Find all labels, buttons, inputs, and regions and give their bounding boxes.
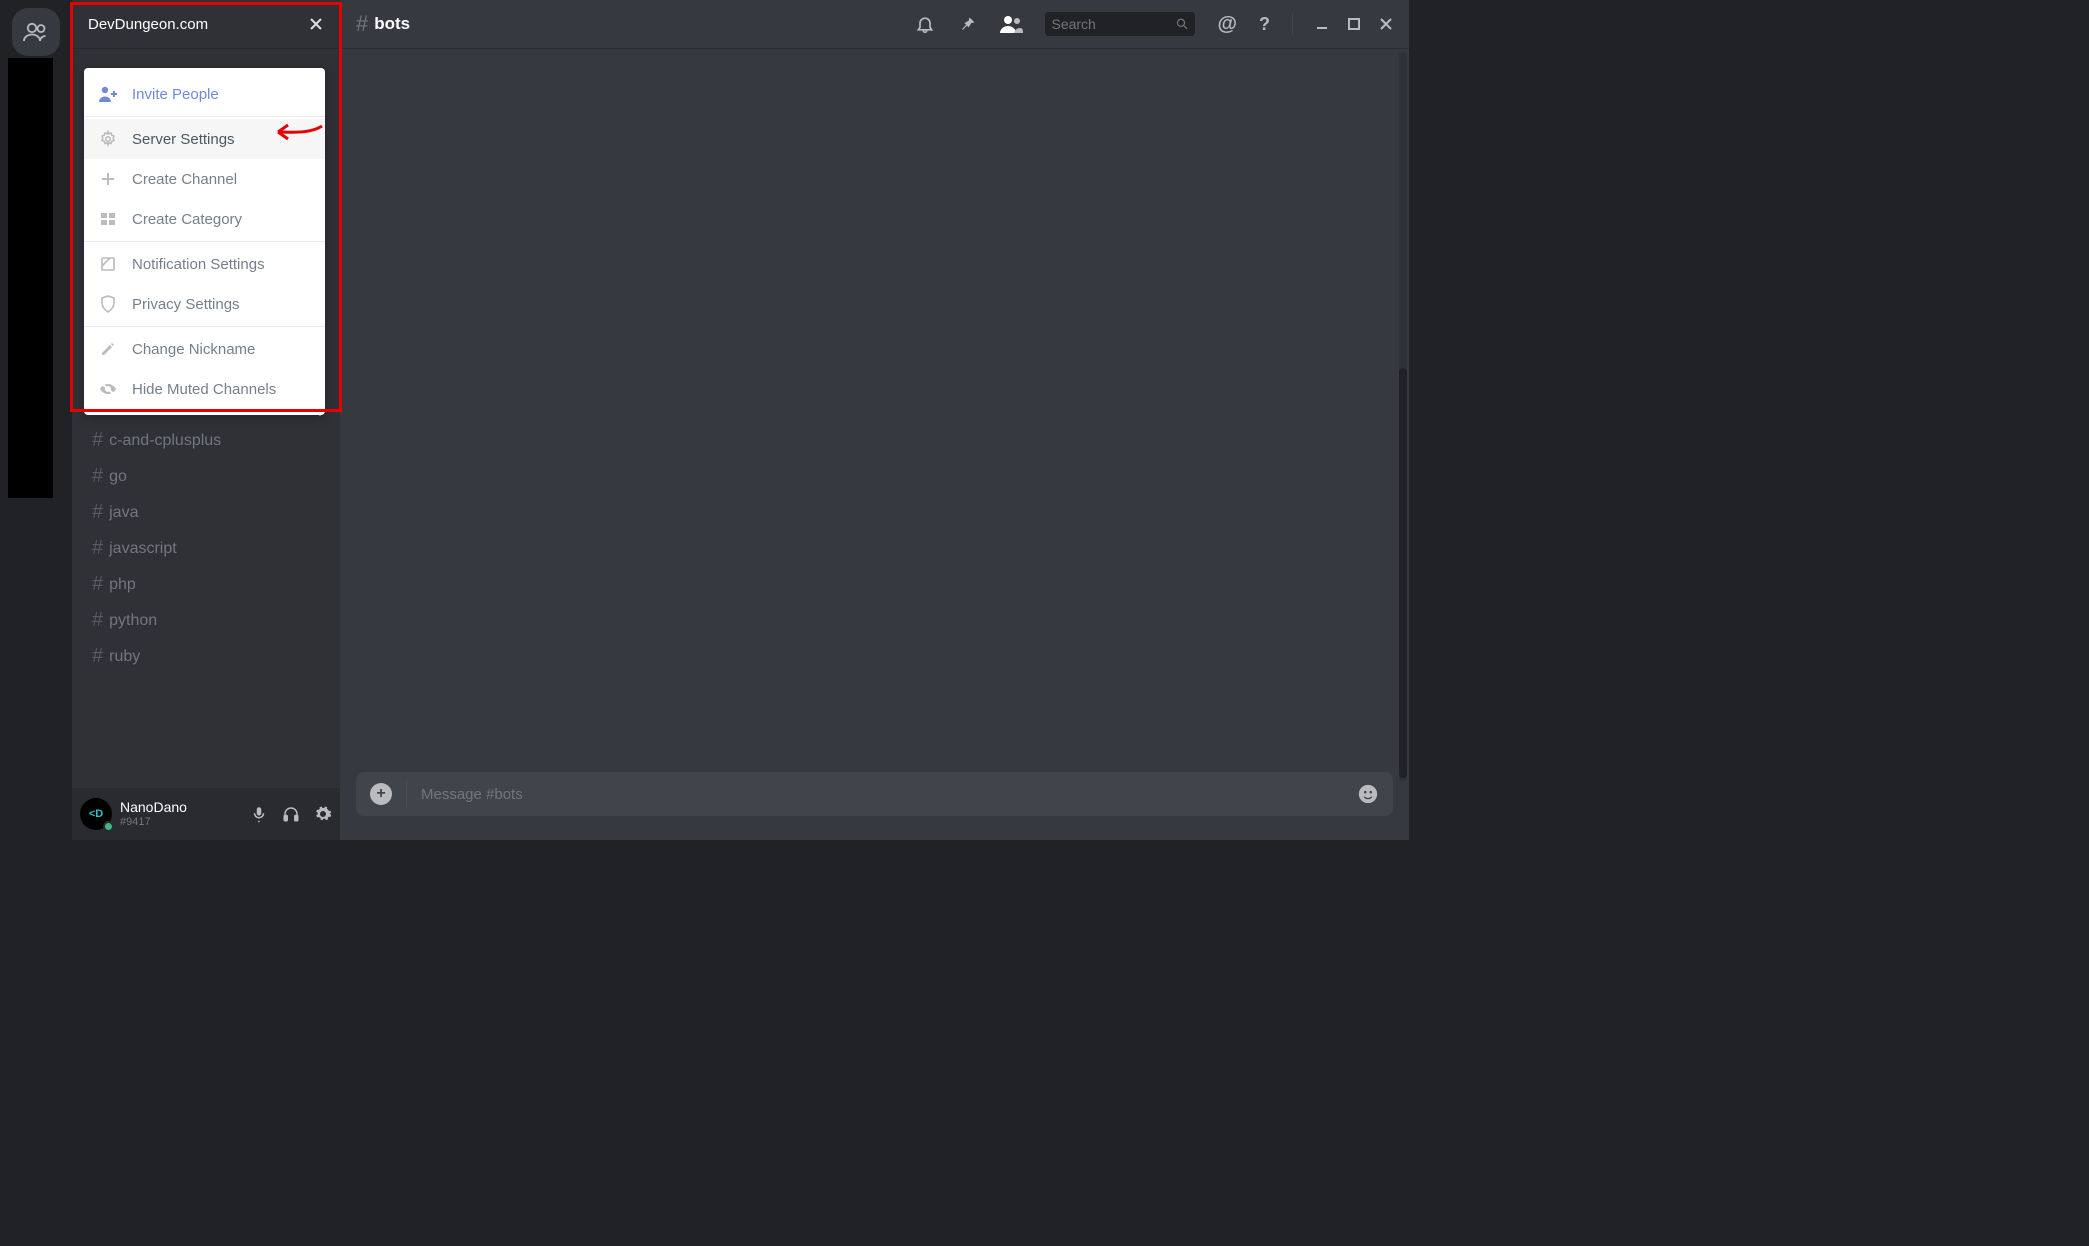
channel-label: php xyxy=(109,576,136,594)
gear-icon[interactable] xyxy=(314,805,332,823)
menu-label: Notification Settings xyxy=(132,256,265,273)
user-label: NanoDano #9417 xyxy=(120,800,187,827)
menu-create-channel[interactable]: Create Channel xyxy=(84,159,325,199)
divider xyxy=(1292,13,1293,35)
menu-divider xyxy=(84,241,325,242)
hash-icon: # xyxy=(92,645,103,668)
plus-icon xyxy=(98,169,118,189)
folder-add-icon xyxy=(98,209,118,229)
pin-icon[interactable] xyxy=(957,14,977,34)
avatar-text: <D xyxy=(89,808,103,820)
attach-icon[interactable]: + xyxy=(370,783,392,805)
mic-icon[interactable] xyxy=(250,805,268,823)
hash-icon: # xyxy=(92,609,103,632)
maximize-icon[interactable] xyxy=(1347,17,1361,31)
channel-title: # bots xyxy=(356,11,410,37)
messages-area xyxy=(340,48,1409,772)
pencil-icon xyxy=(98,339,118,359)
menu-hide-muted[interactable]: Hide Muted Channels xyxy=(84,369,325,409)
channel-label: javascript xyxy=(109,540,177,558)
status-online-icon xyxy=(103,821,114,832)
menu-label: Create Category xyxy=(132,211,242,228)
hash-icon: # xyxy=(92,501,103,524)
channel-label: java xyxy=(109,504,138,522)
search-icon xyxy=(1175,16,1189,32)
minimize-icon[interactable] xyxy=(1315,17,1329,31)
bell-icon[interactable] xyxy=(915,14,935,34)
help-icon[interactable]: ? xyxy=(1259,14,1270,35)
menu-label: Change Nickname xyxy=(132,341,255,358)
channel-title-text: bots xyxy=(374,14,410,34)
message-field[interactable] xyxy=(421,786,1343,803)
message-input[interactable]: + xyxy=(356,772,1393,816)
user-tag: #9417 xyxy=(120,816,187,828)
channel-label: go xyxy=(109,468,127,486)
server-name: DevDungeon.com xyxy=(88,16,208,33)
hash-icon: # xyxy=(92,465,103,488)
channel-php[interactable]: # php xyxy=(80,567,332,602)
close-icon[interactable] xyxy=(308,16,324,32)
channel-label: c-and-cplusplus xyxy=(109,432,221,450)
scrollbar-thumb[interactable] xyxy=(1399,368,1407,778)
redaction-block xyxy=(8,58,53,498)
menu-divider xyxy=(84,326,325,327)
menu-divider xyxy=(84,116,325,117)
channel-go[interactable]: # go xyxy=(80,459,332,494)
menu-label: Hide Muted Channels xyxy=(132,381,276,398)
menu-label: Invite People xyxy=(132,86,219,103)
menu-invite-people[interactable]: Invite People xyxy=(84,74,325,114)
channel-ruby[interactable]: # ruby xyxy=(80,639,332,674)
user-panel: <D NanoDano #9417 xyxy=(72,788,340,840)
menu-create-category[interactable]: Create Category xyxy=(84,199,325,239)
app-root: DevDungeon.com PROGRAMMING LANGUAGES #c-… xyxy=(0,0,1409,840)
chat-column: # bots @ ? xyxy=(340,0,1409,840)
channel-label: python xyxy=(109,612,157,630)
channel-label: ruby xyxy=(109,648,140,666)
hash-icon: # xyxy=(92,537,103,560)
channel-python[interactable]: # python xyxy=(80,603,332,638)
menu-notification-settings[interactable]: Notification Settings xyxy=(84,244,325,284)
hash-icon: # xyxy=(356,11,368,37)
user-name: NanoDano xyxy=(120,800,187,815)
menu-server-settings[interactable]: Server Settings xyxy=(84,119,325,159)
search-field[interactable] xyxy=(1051,16,1175,32)
headphones-icon[interactable] xyxy=(282,805,300,823)
eye-off-icon xyxy=(98,379,118,399)
people-group-icon xyxy=(22,20,50,44)
mentions-icon[interactable]: @ xyxy=(1217,13,1237,36)
gear-icon xyxy=(98,129,118,149)
emoji-icon[interactable] xyxy=(1357,783,1379,805)
divider xyxy=(406,781,407,807)
menu-change-nickname[interactable]: Change Nickname xyxy=(84,329,325,369)
menu-label: Privacy Settings xyxy=(132,296,240,313)
notification-icon xyxy=(98,254,118,274)
menu-label: Server Settings xyxy=(132,131,235,148)
top-bar: # bots @ ? xyxy=(340,0,1409,48)
members-icon[interactable] xyxy=(999,14,1023,34)
avatar[interactable]: <D xyxy=(80,798,112,830)
invite-icon xyxy=(98,84,118,104)
search-input[interactable] xyxy=(1045,12,1195,36)
hash-icon: # xyxy=(92,429,103,452)
menu-label: Create Channel xyxy=(132,171,237,188)
hash-icon: # xyxy=(92,573,103,596)
channel-java[interactable]: # java xyxy=(80,495,332,530)
server-header[interactable]: DevDungeon.com xyxy=(72,0,340,48)
server-dropdown: Invite People Server Settings Create Cha… xyxy=(84,68,325,415)
shield-icon xyxy=(98,294,118,314)
menu-privacy-settings[interactable]: Privacy Settings xyxy=(84,284,325,324)
channel-c-and-cplusplus[interactable]: # c-and-cplusplus xyxy=(80,423,332,458)
home-guild-button[interactable] xyxy=(12,8,60,56)
channel-javascript[interactable]: # javascript xyxy=(80,531,332,566)
window-close-icon[interactable] xyxy=(1379,17,1393,31)
